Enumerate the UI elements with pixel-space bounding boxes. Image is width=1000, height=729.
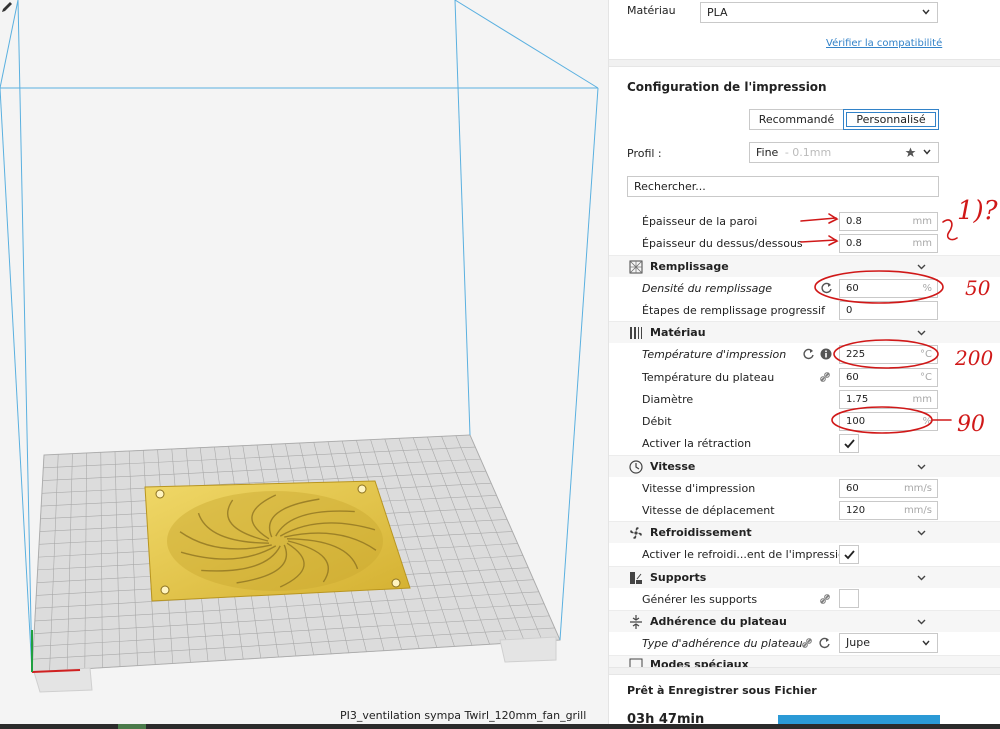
generate-supports-label: Générer les supports	[642, 593, 758, 606]
annotation-flow: 90	[957, 412, 985, 437]
chevron-down-icon	[923, 149, 931, 155]
profile-label: Profil :	[627, 147, 662, 160]
chevron-down-icon	[917, 530, 926, 536]
category-adhesion-title: Adhérence du plateau	[650, 615, 787, 628]
supports-icon	[630, 572, 642, 584]
profile-layer-height: - 0.1mm	[784, 146, 832, 159]
plate-foot-right	[499, 636, 557, 663]
annotation-note1: 1)?	[957, 196, 998, 226]
wall-thickness-label: Épaisseur de la paroi	[642, 215, 758, 228]
taskbar-segment	[118, 724, 146, 729]
chevron-down-icon	[917, 619, 926, 625]
clock-icon	[629, 460, 643, 474]
print-speed-value: 60	[846, 483, 859, 494]
special-modes-icon	[629, 658, 643, 667]
enable-cooling-label: Activer le refroidi...ent de l'impressio…	[642, 548, 852, 561]
category-adhesion[interactable]: Adhérence du plateau	[609, 610, 1000, 632]
fan-icon	[630, 527, 642, 539]
category-cooling[interactable]: Refroidissement	[609, 521, 1000, 543]
adhesion-type-value: Jupe	[846, 636, 870, 649]
print-speed-field[interactable]: 60 mm/s	[839, 479, 938, 498]
check-compatibility-link[interactable]: Vérifier la compatibilité	[826, 38, 942, 49]
material-label: Matériau	[627, 4, 676, 17]
3d-viewport[interactable]: PI3_ventilation sympa Twirl_120mm_fan_gr…	[0, 0, 608, 729]
category-infill-title: Remplissage	[650, 260, 729, 273]
model-filename: PI3_ventilation sympa Twirl_120mm_fan_gr…	[340, 709, 587, 722]
adhesion-type-label: Type d'adhérence du plateau	[642, 637, 803, 650]
material-spool-icon	[630, 327, 642, 339]
search-placeholder: Rechercher...	[634, 180, 706, 193]
category-speed-title: Vitesse	[650, 460, 696, 473]
tab-recommended[interactable]: Recommandé	[749, 109, 844, 130]
category-material-title: Matériau	[650, 326, 706, 339]
slice-status: Prêt à Enregistrer sous Fichier	[627, 684, 817, 697]
settings-panel: Matériau PLA Vérifier la compatibilité C…	[608, 0, 1000, 729]
profile-select[interactable]: Fine - 0.1mm	[749, 142, 939, 163]
diameter-label: Diamètre	[642, 393, 694, 406]
checkmark-icon	[844, 550, 855, 560]
section-divider	[609, 667, 1000, 675]
checkmark-icon	[844, 439, 855, 449]
build-volume-scene	[0, 0, 599, 693]
print-setup-title: Configuration de l'impression	[627, 80, 827, 94]
reset-icon[interactable]	[819, 637, 831, 649]
category-special-modes-title: Modes spéciaux	[650, 658, 749, 667]
bed-temperature-label: Température du plateau	[642, 371, 775, 384]
annotation-infill: 50	[965, 276, 991, 300]
travel-speed-label: Vitesse de déplacement	[642, 504, 775, 517]
print-temperature-label: Température d'impression	[642, 348, 787, 361]
travel-speed-field[interactable]: 120 mm/s	[839, 501, 938, 520]
infill-icon	[629, 260, 643, 274]
link-icon	[820, 594, 830, 604]
category-cooling-title: Refroidissement	[650, 526, 752, 539]
flow-label: Débit	[642, 415, 672, 428]
category-supports[interactable]: Supports	[609, 566, 1000, 588]
retraction-label: Activer la rétraction	[642, 437, 752, 450]
category-supports-title: Supports	[650, 571, 707, 584]
material-value: PLA	[707, 6, 728, 19]
section-divider	[609, 59, 1000, 67]
tab-custom[interactable]: Personnalisé	[843, 109, 939, 130]
travel-speed-unit: mm/s	[903, 505, 932, 516]
annotation-temperature: 200	[955, 346, 994, 370]
print-speed-unit: mm/s	[903, 483, 932, 494]
pencil-icon[interactable]	[0, 0, 14, 14]
chevron-down-icon	[922, 640, 930, 646]
chevron-down-icon	[917, 464, 926, 470]
generate-supports-checkbox[interactable]	[839, 589, 859, 608]
chevron-down-icon	[917, 575, 926, 581]
category-special-modes[interactable]: Modes spéciaux	[609, 655, 1000, 667]
print-speed-label: Vitesse d'impression	[642, 482, 756, 495]
profile-value: Fine	[756, 146, 779, 159]
chevron-down-icon	[922, 9, 930, 15]
star-icon[interactable]	[905, 147, 916, 158]
infill-density-label: Densité du remplissage	[642, 282, 773, 295]
link-icon	[802, 638, 812, 648]
top-bottom-thickness-label: Épaisseur du dessus/dessous	[642, 237, 803, 250]
enable-cooling-checkbox[interactable]	[839, 545, 859, 564]
adhesion-icon	[630, 615, 642, 629]
travel-speed-value: 120	[846, 505, 866, 516]
material-select[interactable]: PLA	[700, 2, 938, 23]
category-speed[interactable]: Vitesse	[609, 455, 1000, 477]
tab-custom-label: Personnalisé	[846, 112, 936, 127]
taskbar-strip	[0, 724, 1000, 729]
adhesion-type-select[interactable]: Jupe	[839, 633, 938, 653]
fan-grill-model	[144, 480, 411, 602]
